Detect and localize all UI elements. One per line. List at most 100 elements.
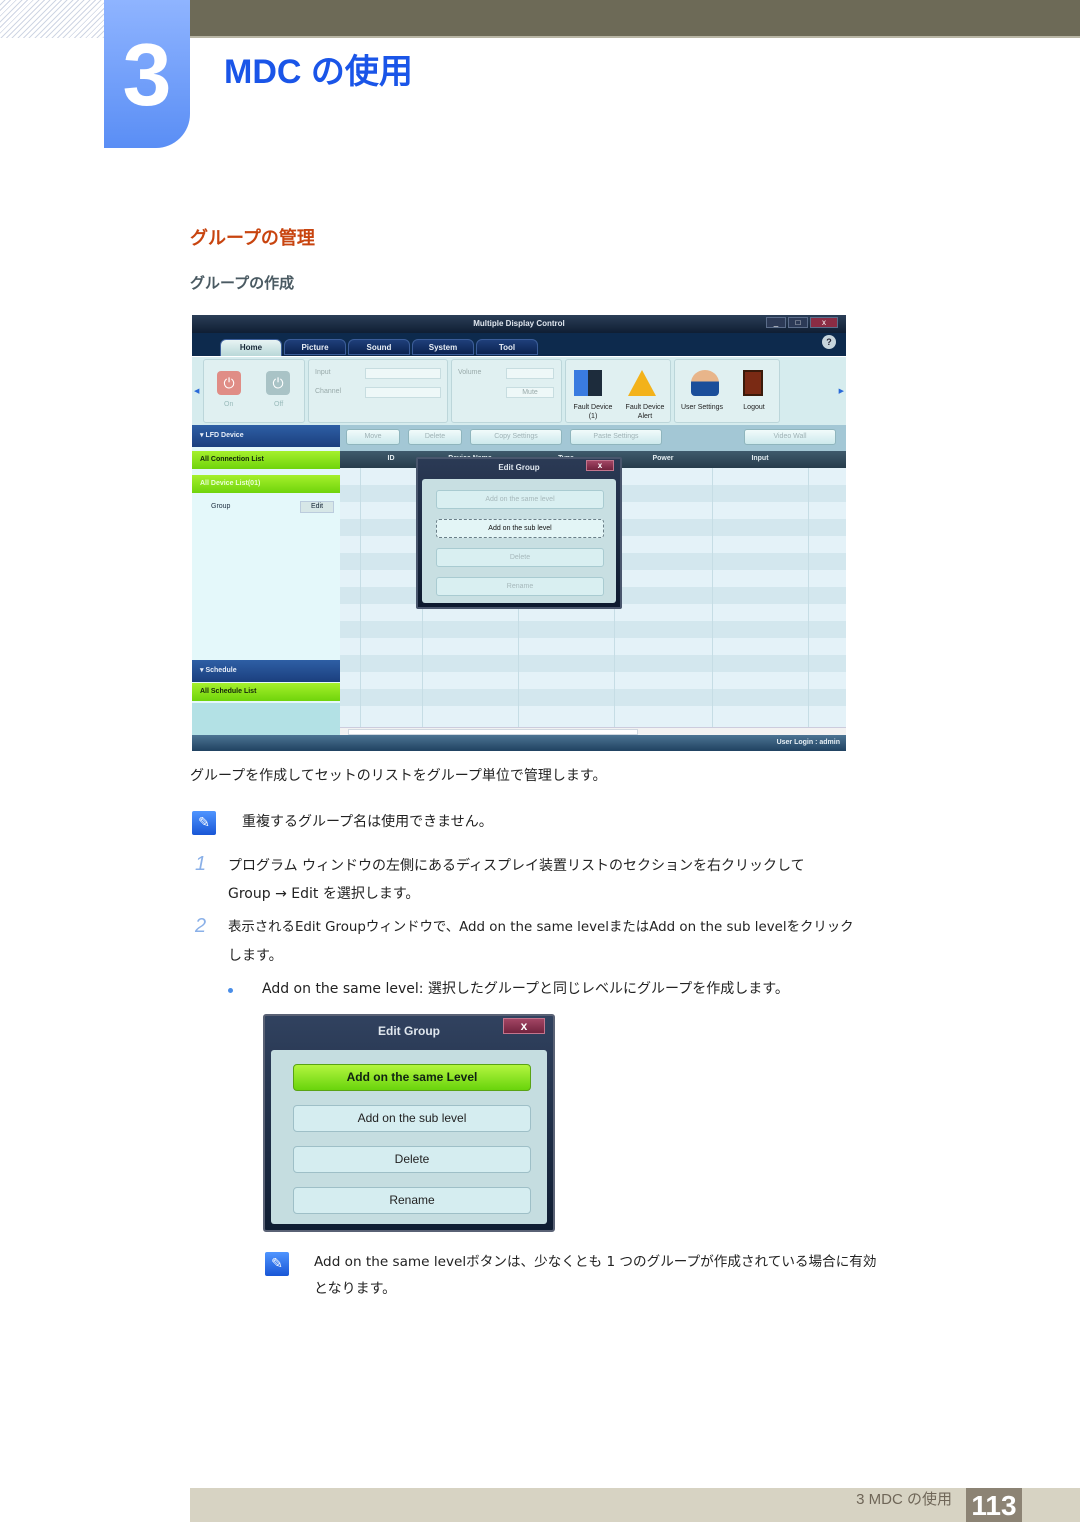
input-select[interactable] bbox=[365, 368, 441, 379]
channel-stepper[interactable] bbox=[365, 387, 441, 398]
power-on-button[interactable]: ⏻ bbox=[217, 371, 241, 395]
all-schedule-list[interactable]: All Schedule List bbox=[192, 683, 340, 701]
bullet1-text: Add on the same level: 選択したグループと同じレベルにグル… bbox=[262, 981, 789, 997]
lfd-device-header[interactable]: ▾ LFD Device bbox=[192, 425, 340, 447]
power-off-button[interactable]: ⏻ bbox=[266, 371, 290, 395]
power-on-label: On bbox=[224, 401, 234, 408]
col-id[interactable]: ID bbox=[360, 451, 422, 466]
move-button[interactable]: Move bbox=[346, 429, 400, 445]
help-icon[interactable]: ? bbox=[822, 335, 836, 349]
col-power[interactable]: Power bbox=[614, 451, 712, 466]
delete-group-button[interactable]: Delete bbox=[293, 1146, 531, 1173]
device-sidebar: ▾ LFD Device All Connection List All Dev… bbox=[192, 425, 340, 735]
note1-text: 重複するグループ名は使用できません。 bbox=[242, 814, 493, 830]
rename-group-button[interactable]: Rename bbox=[293, 1187, 531, 1214]
bullet-dot bbox=[228, 988, 233, 993]
logout-label: Logout bbox=[743, 404, 765, 411]
group-item[interactable]: Group Edit bbox=[192, 499, 340, 515]
close-button[interactable]: x bbox=[810, 317, 838, 328]
step-number: 2 bbox=[195, 915, 207, 937]
dialog-close-button[interactable]: x bbox=[503, 1018, 545, 1034]
add-sub-level-button[interactable]: Add on the sub level bbox=[436, 519, 604, 538]
fault-device-icon[interactable] bbox=[574, 370, 602, 396]
rename-group-button[interactable]: Rename bbox=[436, 577, 604, 596]
video-wall-button[interactable]: Video Wall bbox=[744, 429, 836, 445]
mdc-app-screenshot: Multiple Display Control _ □ x Home Pict… bbox=[192, 315, 846, 751]
channel-label: Channel bbox=[315, 388, 342, 395]
step2-line1: 表示されるEdit Groupウィンドウで、Add on the same le… bbox=[228, 920, 854, 935]
table-row[interactable] bbox=[340, 638, 846, 655]
horizontal-scrollbar[interactable] bbox=[340, 727, 846, 735]
user-settings-icon[interactable] bbox=[691, 370, 719, 396]
fault-alert-label: Fault Device Alert bbox=[625, 404, 665, 420]
chapter-number-badge: 3 bbox=[104, 0, 190, 148]
add-sub-level-button[interactable]: Add on the sub level bbox=[293, 1105, 531, 1132]
volume-slider[interactable] bbox=[506, 368, 554, 379]
status-bar: User Login : admin bbox=[192, 735, 846, 751]
header-bar bbox=[190, 0, 1080, 38]
copy-settings-button[interactable]: Copy Settings bbox=[470, 429, 562, 445]
delete-button[interactable]: Delete bbox=[408, 429, 462, 445]
user-group: User Settings Logout bbox=[674, 359, 780, 423]
power-off-label: Off bbox=[274, 401, 284, 408]
group-edit-button[interactable]: Edit bbox=[300, 501, 334, 513]
step2-line2: します。 bbox=[228, 948, 283, 964]
note-pen-icon: ✎ bbox=[265, 1252, 289, 1276]
table-row[interactable] bbox=[340, 689, 846, 706]
fault-alert-icon[interactable] bbox=[628, 370, 656, 396]
tab-bar: Home Picture Sound System Tool bbox=[220, 339, 538, 357]
step-number: 1 bbox=[195, 853, 207, 875]
table-row[interactable] bbox=[340, 621, 846, 638]
volume-label: Volume bbox=[458, 369, 482, 376]
page-footer: 3 MDC の使用 113 bbox=[190, 1488, 1080, 1522]
fault-device-label: Fault Device (1) bbox=[573, 404, 613, 420]
section-title: グループの管理 bbox=[190, 228, 315, 249]
minimize-button[interactable]: _ bbox=[766, 317, 786, 328]
schedule-panel bbox=[192, 703, 340, 735]
input-group: Input Channel bbox=[308, 359, 448, 423]
note2-line2: となります。 bbox=[314, 1281, 397, 1297]
ribbon: ◀ ▶ ⏻ ⏻ On Off Input Channel Volume Mute… bbox=[192, 356, 846, 425]
ribbon-scroll-right-icon[interactable]: ▶ bbox=[839, 387, 844, 395]
step1-line1: プログラム ウィンドウの左側にあるディスプレイ装置リストのセクションを右クリック… bbox=[228, 858, 805, 874]
add-same-level-button[interactable]: Add on the same Level bbox=[293, 1064, 531, 1091]
add-same-level-button[interactable]: Add on the same level bbox=[436, 490, 604, 509]
device-toolbar: Move Delete Copy Settings Paste Settings… bbox=[340, 425, 846, 451]
tab-picture[interactable]: Picture bbox=[284, 339, 346, 355]
input-label: Input bbox=[315, 369, 331, 376]
chapter-title: MDC の使用 bbox=[224, 53, 413, 91]
note2-line1: Add on the same levelボタンは、少なくとも 1 つのグループ… bbox=[314, 1254, 877, 1270]
col-input[interactable]: Input bbox=[712, 451, 808, 466]
table-row[interactable] bbox=[340, 706, 846, 723]
table-row[interactable] bbox=[340, 655, 846, 672]
edit-group-dialog-large: Edit Group x Add on the same Level Add o… bbox=[263, 1014, 555, 1232]
subsection-title: グループの作成 bbox=[190, 274, 295, 292]
step1-line2: Group → Edit を選択します。 bbox=[228, 886, 420, 902]
app-title-bar: Multiple Display Control bbox=[192, 315, 846, 333]
note-pen-icon: ✎ bbox=[192, 811, 216, 835]
logout-icon[interactable] bbox=[743, 370, 763, 396]
dialog-close-button[interactable]: x bbox=[586, 460, 614, 471]
ribbon-scroll-left-icon[interactable]: ◀ bbox=[194, 387, 199, 395]
tab-sound[interactable]: Sound bbox=[348, 339, 410, 355]
user-settings-label: User Settings bbox=[680, 404, 724, 411]
all-connection-list[interactable]: All Connection List bbox=[192, 451, 340, 469]
mute-button[interactable]: Mute bbox=[506, 387, 554, 398]
page-number: 113 bbox=[966, 1488, 1022, 1522]
tab-tool[interactable]: Tool bbox=[476, 339, 538, 355]
tab-system[interactable]: System bbox=[412, 339, 474, 355]
edit-group-dialog-small: Edit Group x Add on the same level Add o… bbox=[416, 457, 622, 609]
intro-text: グループを作成してセットのリストをグループ単位で管理します。 bbox=[190, 768, 607, 784]
power-group: ⏻ ⏻ On Off bbox=[203, 359, 305, 423]
paste-settings-button[interactable]: Paste Settings bbox=[570, 429, 662, 445]
header-hatch-decoration bbox=[0, 0, 104, 38]
delete-group-button[interactable]: Delete bbox=[436, 548, 604, 567]
footer-chapter: 3 MDC の使用 bbox=[856, 1491, 952, 1508]
fault-group: Fault Device (1) Fault Device Alert bbox=[565, 359, 671, 423]
volume-group: Volume Mute bbox=[451, 359, 562, 423]
all-device-list[interactable]: All Device List(01) bbox=[192, 475, 340, 493]
tab-home[interactable]: Home bbox=[220, 339, 282, 357]
schedule-header[interactable]: ▾ Schedule bbox=[192, 660, 340, 682]
maximize-button[interactable]: □ bbox=[788, 317, 808, 328]
table-row[interactable] bbox=[340, 672, 846, 689]
